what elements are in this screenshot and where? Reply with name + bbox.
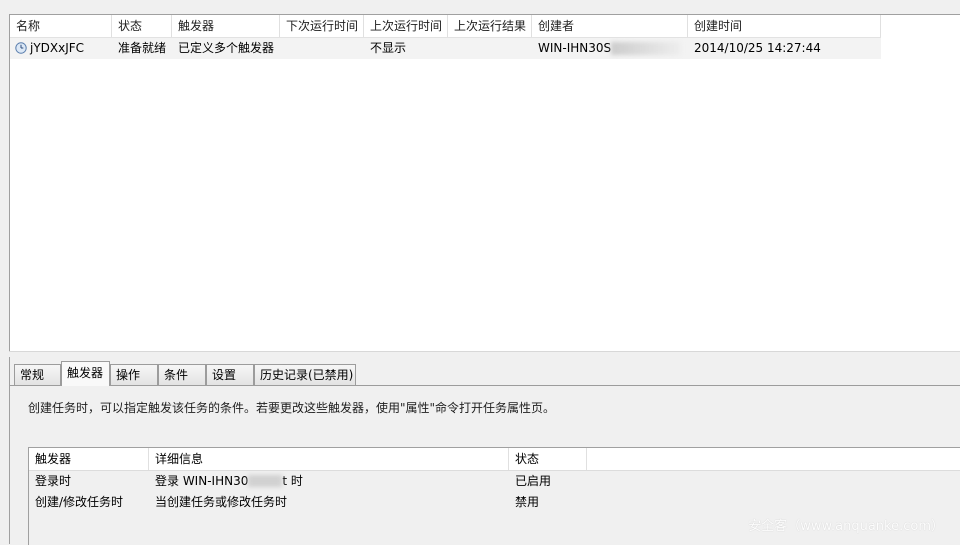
trigger-row[interactable]: 登录时 登录 WIN-IHN30 t 时 已启用 [29,471,960,492]
watermark: 安全客（www.anquanke.com） [748,519,944,534]
tab-conditions[interactable]: 条件 [158,364,206,385]
task-author: WIN-IHN30S [538,41,612,55]
trigger-type: 登录时 [35,474,72,488]
tab-triggers[interactable]: 触发器 [61,361,110,386]
trigger-detail: 当创建任务或修改任务时 [149,492,509,513]
task-last-run: 不显示 [370,41,407,55]
column-header-trigger[interactable]: 触发器 [172,15,280,37]
tab-actions[interactable]: 操作 [110,364,158,385]
clock-icon [15,42,27,54]
redaction-blur [611,42,682,55]
task-author-cell: WIN-IHN30S [532,38,688,59]
trigger-status: 已启用 [515,474,552,488]
column-header-last-run[interactable]: 上次运行时间 [364,15,448,37]
task-list-pane: 名称 状态 触发器 下次运行时间 上次运行时间 上次运行结果 创建者 创建时间 … [9,14,960,353]
trigger-description: 创建任务时，可以指定触发该任务的条件。若要更改这些触发器，使用"属性"命令打开任… [28,401,556,415]
trigger-table-header: 触发器 详细信息 状态 [29,448,960,471]
task-trigger: 已定义多个触发器 [178,41,275,55]
task-name: jYDXxJFC [30,41,85,55]
column-header-details[interactable]: 详细信息 [149,448,509,470]
task-list-header: 名称 状态 触发器 下次运行时间 上次运行时间 上次运行结果 创建者 创建时间 [10,15,881,38]
column-header-last-result[interactable]: 上次运行结果 [448,15,532,37]
task-row[interactable]: jYDXxJFC 准备就绪 已定义多个触发器 不显示 WIN-IHN30S 20… [10,38,881,59]
trigger-type: 创建/修改任务时 [35,495,124,509]
column-header-next-run[interactable]: 下次运行时间 [280,15,364,37]
column-header-created[interactable]: 创建时间 [688,15,881,37]
column-header-trigger-type[interactable]: 触发器 [29,448,149,470]
tab-divider [10,385,960,386]
trigger-detail-prefix: 当创建任务或修改任务时 [155,495,288,509]
trigger-detail-suffix: t 时 [282,474,303,488]
task-status: 准备就绪 [118,41,167,55]
tab-history[interactable]: 历史记录(已禁用) [254,364,356,385]
column-header-name[interactable]: 名称 [10,15,112,37]
trigger-status: 禁用 [515,495,540,509]
trigger-detail-prefix: 登录 WIN-IHN30 [155,474,249,488]
tab-settings[interactable]: 设置 [206,364,254,385]
trigger-row[interactable]: 创建/修改任务时 当创建任务或修改任务时 禁用 [29,492,960,513]
column-header-author[interactable]: 创建者 [532,15,688,37]
column-header-status[interactable]: 状态 [112,15,172,37]
redaction-blur [248,475,283,487]
task-next-run [280,38,364,59]
trigger-detail: 登录 WIN-IHN30 t 时 [149,471,509,492]
tab-general[interactable]: 常规 [14,364,61,385]
column-header-trigger-status[interactable]: 状态 [509,448,587,470]
task-created: 2014/10/25 14:27:44 [694,41,821,55]
task-name-cell: jYDXxJFC [10,38,112,59]
task-last-result [448,38,532,59]
